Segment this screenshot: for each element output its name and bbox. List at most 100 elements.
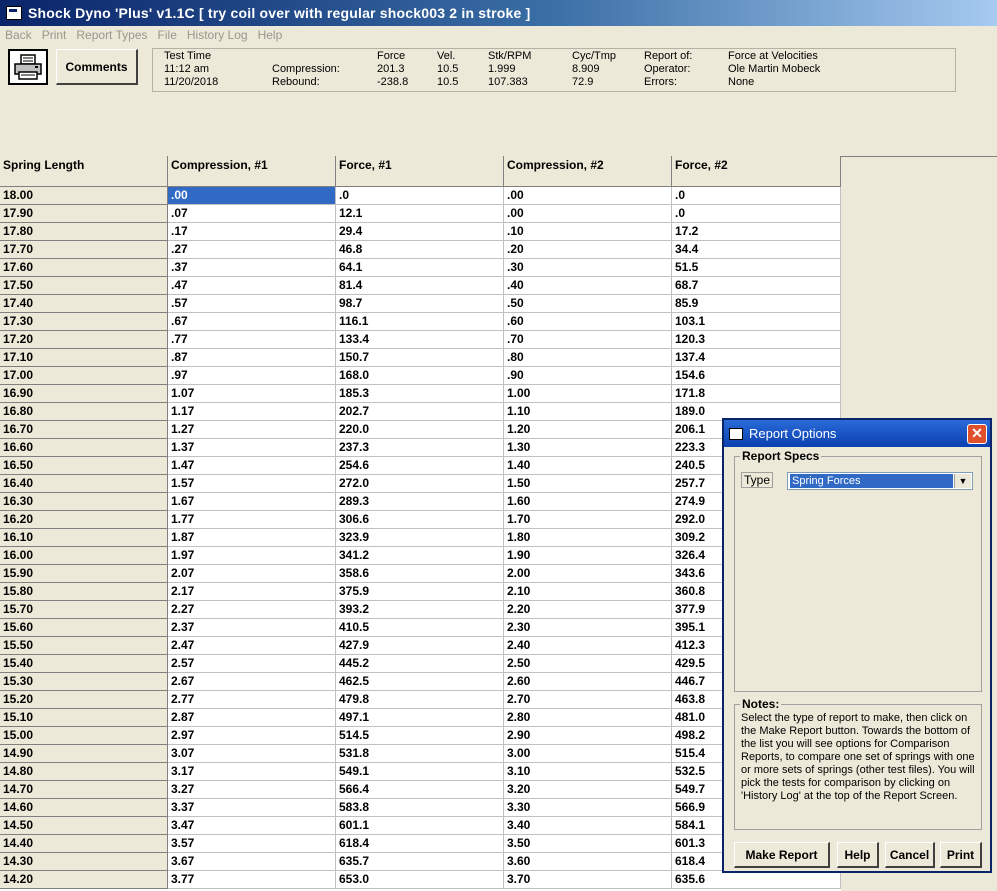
spring-length-cell[interactable]: 16.40 bbox=[0, 475, 168, 493]
report-type-select[interactable]: Spring Forces ▼ bbox=[787, 472, 973, 490]
table-row[interactable]: 15.90 2.07 358.6 2.00 343.6 bbox=[0, 565, 841, 583]
force-1-cell[interactable]: 514.5 bbox=[336, 727, 504, 745]
make-report-button[interactable]: Make Report bbox=[734, 842, 830, 868]
compression-2-cell[interactable]: 1.90 bbox=[504, 547, 672, 565]
compression-2-cell[interactable]: .40 bbox=[504, 277, 672, 295]
comments-button[interactable]: Comments bbox=[56, 49, 138, 85]
force-1-cell[interactable]: 393.2 bbox=[336, 601, 504, 619]
spring-length-cell[interactable]: 17.10 bbox=[0, 349, 168, 367]
table-row[interactable]: 15.80 2.17 375.9 2.10 360.8 bbox=[0, 583, 841, 601]
force-2-cell[interactable]: 34.4 bbox=[672, 241, 841, 259]
compression-2-cell[interactable]: 3.20 bbox=[504, 781, 672, 799]
force-1-cell[interactable]: 289.3 bbox=[336, 493, 504, 511]
compression-2-cell[interactable]: 1.40 bbox=[504, 457, 672, 475]
table-row[interactable]: 15.60 2.37 410.5 2.30 395.1 bbox=[0, 619, 841, 637]
force-1-cell[interactable]: 202.7 bbox=[336, 403, 504, 421]
menu-back[interactable]: Back bbox=[0, 28, 37, 42]
force-1-cell[interactable]: 272.0 bbox=[336, 475, 504, 493]
compression-2-cell[interactable]: 2.30 bbox=[504, 619, 672, 637]
chevron-down-icon[interactable]: ▼ bbox=[954, 474, 971, 488]
compression-1-cell[interactable]: 2.27 bbox=[168, 601, 336, 619]
compression-2-cell[interactable]: 3.50 bbox=[504, 835, 672, 853]
spring-length-cell[interactable]: 17.00 bbox=[0, 367, 168, 385]
compression-2-cell[interactable]: 3.30 bbox=[504, 799, 672, 817]
compression-1-cell[interactable]: .47 bbox=[168, 277, 336, 295]
spring-length-cell[interactable]: 17.80 bbox=[0, 223, 168, 241]
table-row[interactable]: 16.00 1.97 341.2 1.90 326.4 bbox=[0, 547, 841, 565]
compression-2-cell[interactable]: 1.10 bbox=[504, 403, 672, 421]
spring-length-cell[interactable]: 18.00 bbox=[0, 187, 168, 205]
force-2-cell[interactable]: .0 bbox=[672, 187, 841, 205]
compression-2-cell[interactable]: .80 bbox=[504, 349, 672, 367]
compression-1-cell[interactable]: 1.77 bbox=[168, 511, 336, 529]
compression-1-cell[interactable]: 3.27 bbox=[168, 781, 336, 799]
compression-1-cell[interactable]: 1.57 bbox=[168, 475, 336, 493]
compression-1-cell[interactable]: .67 bbox=[168, 313, 336, 331]
force-1-cell[interactable]: .0 bbox=[336, 187, 504, 205]
force-1-cell[interactable]: 566.4 bbox=[336, 781, 504, 799]
header-force-2[interactable]: Force, #2 bbox=[672, 156, 841, 187]
compression-1-cell[interactable]: 2.47 bbox=[168, 637, 336, 655]
force-1-cell[interactable]: 168.0 bbox=[336, 367, 504, 385]
compression-1-cell[interactable]: 2.37 bbox=[168, 619, 336, 637]
compression-1-cell[interactable]: 2.87 bbox=[168, 709, 336, 727]
compression-1-cell[interactable]: 3.77 bbox=[168, 871, 336, 889]
table-row[interactable]: 17.90.07 12.1.00.0 bbox=[0, 205, 841, 223]
spring-length-cell[interactable]: 15.10 bbox=[0, 709, 168, 727]
force-1-cell[interactable]: 427.9 bbox=[336, 637, 504, 655]
force-2-cell[interactable]: 68.7 bbox=[672, 277, 841, 295]
force-1-cell[interactable]: 531.8 bbox=[336, 745, 504, 763]
spring-length-cell[interactable]: 14.20 bbox=[0, 871, 168, 889]
spring-length-cell[interactable]: 17.40 bbox=[0, 295, 168, 313]
table-row[interactable]: 14.40 3.57 618.4 3.50 601.3 bbox=[0, 835, 841, 853]
force-1-cell[interactable]: 583.8 bbox=[336, 799, 504, 817]
spring-length-cell[interactable]: 16.10 bbox=[0, 529, 168, 547]
spring-length-cell[interactable]: 15.00 bbox=[0, 727, 168, 745]
compression-1-cell[interactable]: .17 bbox=[168, 223, 336, 241]
table-row[interactable]: 17.60.37 64.1.30 51.5 bbox=[0, 259, 841, 277]
compression-2-cell[interactable]: 3.70 bbox=[504, 871, 672, 889]
spring-length-cell[interactable]: 16.70 bbox=[0, 421, 168, 439]
compression-1-cell[interactable]: 2.67 bbox=[168, 673, 336, 691]
compression-2-cell[interactable]: 2.60 bbox=[504, 673, 672, 691]
spring-length-cell[interactable]: 15.60 bbox=[0, 619, 168, 637]
force-1-cell[interactable]: 220.0 bbox=[336, 421, 504, 439]
compression-1-cell[interactable]: 3.37 bbox=[168, 799, 336, 817]
force-1-cell[interactable]: 549.1 bbox=[336, 763, 504, 781]
compression-1-cell[interactable]: 1.27 bbox=[168, 421, 336, 439]
force-1-cell[interactable]: 98.7 bbox=[336, 295, 504, 313]
compression-1-cell[interactable]: .07 bbox=[168, 205, 336, 223]
spring-length-cell[interactable]: 16.60 bbox=[0, 439, 168, 457]
table-row[interactable]: 15.30 2.67 462.5 2.60 446.7 bbox=[0, 673, 841, 691]
force-1-cell[interactable]: 29.4 bbox=[336, 223, 504, 241]
close-icon[interactable]: ✕ bbox=[967, 423, 987, 444]
table-row[interactable]: 16.60 1.37 237.3 1.30 223.3 bbox=[0, 439, 841, 457]
spring-length-cell[interactable]: 17.50 bbox=[0, 277, 168, 295]
force-1-cell[interactable]: 653.0 bbox=[336, 871, 504, 889]
force-1-cell[interactable]: 497.1 bbox=[336, 709, 504, 727]
table-row[interactable]: 16.20 1.77 306.6 1.70 292.0 bbox=[0, 511, 841, 529]
force-1-cell[interactable]: 375.9 bbox=[336, 583, 504, 601]
force-1-cell[interactable]: 479.8 bbox=[336, 691, 504, 709]
table-row[interactable]: 17.80.17 29.4.10 17.2 bbox=[0, 223, 841, 241]
compression-2-cell[interactable]: .60 bbox=[504, 313, 672, 331]
force-2-cell[interactable]: 17.2 bbox=[672, 223, 841, 241]
spring-length-cell[interactable]: 14.90 bbox=[0, 745, 168, 763]
force-1-cell[interactable]: 618.4 bbox=[336, 835, 504, 853]
force-1-cell[interactable]: 81.4 bbox=[336, 277, 504, 295]
spring-length-cell[interactable]: 14.40 bbox=[0, 835, 168, 853]
spring-length-cell[interactable]: 16.80 bbox=[0, 403, 168, 421]
spring-length-cell[interactable]: 16.00 bbox=[0, 547, 168, 565]
compression-2-cell[interactable]: 3.60 bbox=[504, 853, 672, 871]
force-2-cell[interactable]: 120.3 bbox=[672, 331, 841, 349]
compression-1-cell[interactable]: 1.07 bbox=[168, 385, 336, 403]
cancel-button[interactable]: Cancel bbox=[885, 842, 935, 868]
force-1-cell[interactable]: 358.6 bbox=[336, 565, 504, 583]
menu-help[interactable]: Help bbox=[253, 28, 288, 42]
menu-history-log[interactable]: History Log bbox=[182, 28, 253, 42]
compression-2-cell[interactable]: 1.50 bbox=[504, 475, 672, 493]
force-1-cell[interactable]: 635.7 bbox=[336, 853, 504, 871]
print-button-dialog[interactable]: Print bbox=[940, 842, 982, 868]
force-1-cell[interactable]: 185.3 bbox=[336, 385, 504, 403]
compression-1-cell[interactable]: 1.47 bbox=[168, 457, 336, 475]
